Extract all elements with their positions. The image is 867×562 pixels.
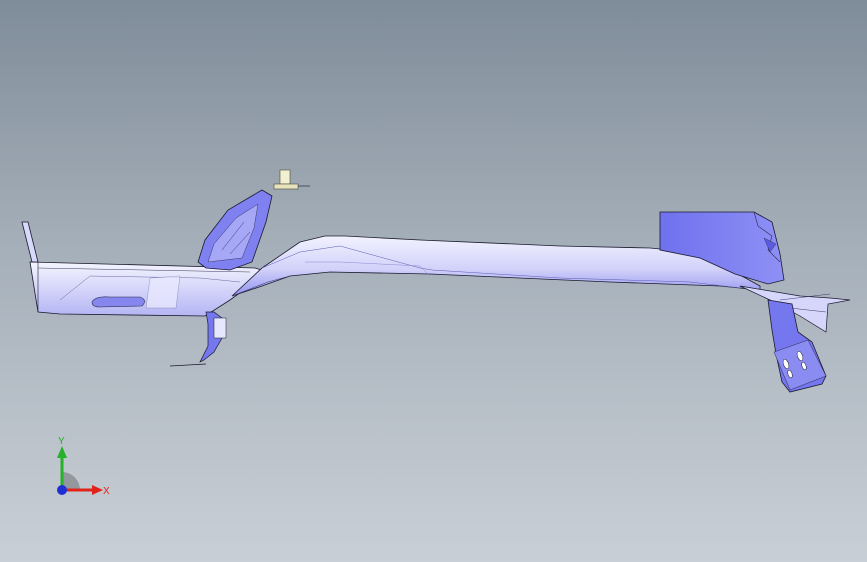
z-axis-dot bbox=[57, 485, 67, 495]
mounting-bolt bbox=[279, 169, 291, 185]
left-end-tab bbox=[21, 221, 39, 263]
axis-triad: Y X bbox=[57, 436, 110, 497]
y-axis-arrow bbox=[57, 446, 67, 458]
y-axis-label: Y bbox=[58, 436, 65, 447]
tray-slot bbox=[91, 296, 145, 308]
x-axis-arrow bbox=[92, 485, 103, 495]
graphics-viewport[interactable]: Y X bbox=[0, 0, 867, 562]
x-axis-label: X bbox=[103, 486, 110, 497]
sheet-metal-part-model[interactable] bbox=[0, 0, 867, 562]
